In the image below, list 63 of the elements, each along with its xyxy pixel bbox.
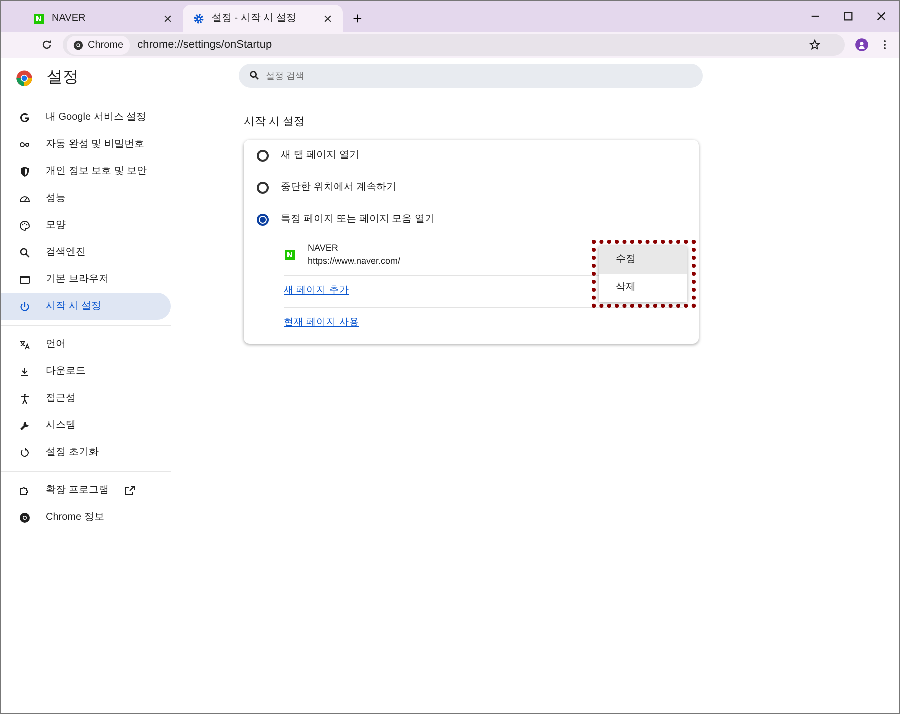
sidebar-item[interactable]: 모양 <box>1 212 171 239</box>
new-tab-button[interactable]: + <box>349 12 366 28</box>
sidebar-item[interactable]: 설정 초기화 <box>1 439 171 466</box>
tab[interactable]: 설정 - 시작 시 설정 <box>183 5 343 32</box>
sidebar-item[interactable]: 개인 정보 보호 및 보안 <box>1 158 171 185</box>
close-icon[interactable] <box>323 14 333 24</box>
puzzle-icon <box>19 484 31 496</box>
address-bar[interactable]: Chrome chrome://settings/onStartup <box>63 34 845 56</box>
google-icon <box>19 112 31 124</box>
sidebar-item[interactable]: 검색엔진 <box>1 239 171 266</box>
option-label: 새 탭 페이지 열기 <box>281 149 360 163</box>
menu-item[interactable]: 수정 <box>599 246 687 274</box>
translate-icon <box>19 338 31 350</box>
close-icon[interactable] <box>876 11 887 22</box>
site-chip[interactable]: Chrome <box>67 36 130 54</box>
radio-button[interactable] <box>257 150 269 162</box>
maximize-icon[interactable] <box>843 11 854 22</box>
sidebar-item[interactable]: 시스템 <box>1 412 171 439</box>
palette-icon <box>19 220 31 232</box>
reload-icon[interactable] <box>41 39 53 51</box>
sidebar-item[interactable]: 언어 <box>1 331 171 358</box>
sidebar-item[interactable]: 기본 브라우저 <box>1 266 171 293</box>
radio-button[interactable] <box>257 214 269 226</box>
download-icon <box>19 366 31 378</box>
window-icon <box>19 274 31 286</box>
close-icon[interactable] <box>163 14 173 24</box>
naver-logo <box>284 249 296 261</box>
shield-icon <box>19 166 31 178</box>
search-icon <box>19 246 31 258</box>
url-text: chrome://settings/onStartup <box>138 38 272 53</box>
sidebar-item[interactable]: 접근성 <box>1 385 171 412</box>
gear-icon <box>193 12 205 24</box>
power-icon <box>19 300 31 312</box>
sidebar-item[interactable]: Chrome 정보 <box>1 504 171 531</box>
sidebar-item[interactable]: 다운로드 <box>1 358 171 385</box>
sidebar-item[interactable]: 시작 시 설정 <box>1 293 171 320</box>
sidebar-item[interactable]: 성능 <box>1 185 171 212</box>
wrench-icon <box>19 420 31 432</box>
profile-avatar-icon[interactable] <box>855 38 869 52</box>
option-label: 특정 페이지 또는 페이지 모음 열기 <box>281 213 435 227</box>
link[interactable]: 현재 페이지 사용 <box>284 316 360 331</box>
reset-icon <box>19 446 31 458</box>
link[interactable]: 새 페이지 추가 <box>284 284 350 298</box>
accessibility-icon <box>19 392 31 404</box>
sidebar-item[interactable]: 확장 프로그램 <box>1 477 171 504</box>
chrome-icon <box>19 512 31 524</box>
page-url: https://www.naver.com/ <box>308 255 401 268</box>
tab-title: 설정 - 시작 시 설정 <box>212 12 298 26</box>
page-title: 설정 <box>47 68 79 88</box>
chrome-icon <box>73 40 84 50</box>
section-title: 시작 시 설정 <box>244 115 306 130</box>
tab-title: NAVER <box>52 12 87 26</box>
star-icon[interactable] <box>809 39 821 51</box>
page-name: NAVER <box>308 242 340 255</box>
sidebar-item[interactable]: 내 Google 서비스 설정 <box>1 104 171 131</box>
search-field[interactable]: 설정 검색 <box>239 64 703 88</box>
sidebar-item[interactable]: 자동 완성 및 비밀번호 <box>1 131 171 158</box>
option-label: 중단한 위치에서 계속하기 <box>281 181 397 195</box>
chrome-logo <box>16 70 33 86</box>
naver-logo <box>33 12 45 24</box>
radio-button[interactable] <box>257 182 269 194</box>
menu-item[interactable]: 삭제 <box>599 274 687 302</box>
tab[interactable]: NAVER <box>23 5 183 32</box>
